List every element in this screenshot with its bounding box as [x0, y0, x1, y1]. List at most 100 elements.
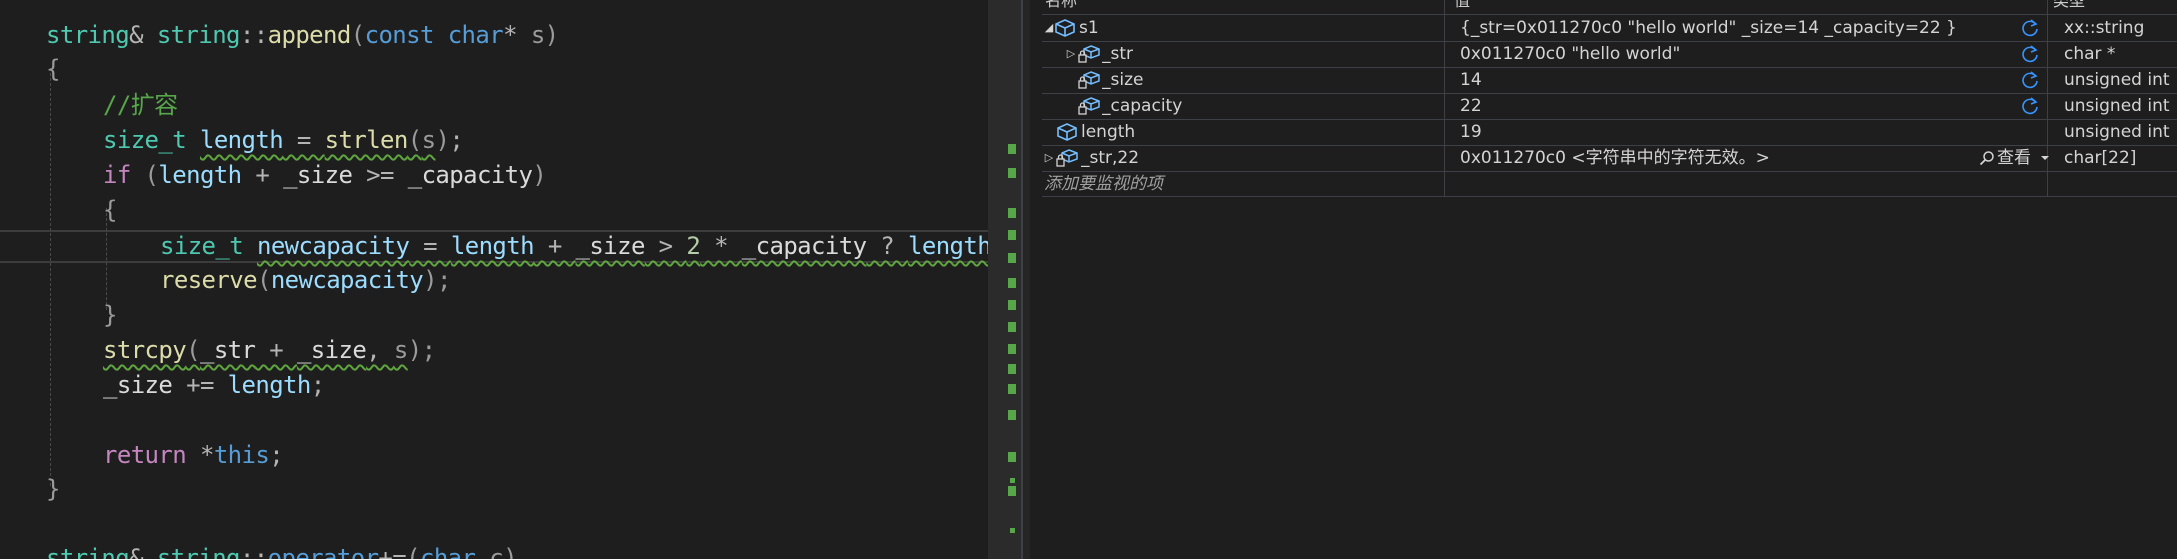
token-number: 2 [686, 232, 701, 260]
token-member: _size [103, 371, 173, 399]
scrollbar-warning-marker [1008, 230, 1016, 240]
expand-triangle-icon[interactable]: ▷ [1042, 145, 1056, 171]
scrollbar-warning-marker [1008, 344, 1016, 354]
code-line-2[interactable]: { [46, 52, 60, 87]
code-line-6[interactable]: { [103, 193, 117, 228]
refresh-icon[interactable] [2020, 96, 2040, 116]
column-header-value[interactable]: 值 [1454, 0, 1654, 13]
code-line-11[interactable]: _size += length; [103, 368, 325, 403]
token-variable: newcapacity [270, 266, 424, 294]
code-line-1[interactable]: string& string::append(const char* s) [46, 18, 559, 53]
code-line-13[interactable]: return *this; [103, 438, 284, 473]
watch-value[interactable]: 0x011270c0 <字符串中的字符无效。> [1460, 145, 1960, 171]
code-line-10[interactable]: strcpy(_str + _size, s); [103, 333, 436, 368]
token-op: :: [239, 544, 268, 559]
expand-triangle-icon[interactable]: ▷ [1064, 41, 1078, 67]
token-member: _capacity [741, 232, 867, 260]
variable-field-icon [1055, 19, 1075, 37]
token-op: * [700, 232, 742, 260]
token-paren: ) [503, 544, 517, 559]
column-header-type[interactable]: 类型 [2053, 0, 2173, 13]
scrollbar-warning-marker [1008, 322, 1016, 332]
token-op: += [378, 544, 407, 559]
token-op: * [503, 21, 531, 49]
token-function: append [267, 21, 352, 49]
token-function: strlen [324, 126, 409, 154]
code-line-9[interactable]: } [103, 298, 117, 333]
watch-name: length [1081, 122, 1136, 142]
token-op: > [644, 232, 687, 260]
token-paren: ); [407, 336, 436, 364]
token-member: _size [283, 161, 353, 189]
watch-value[interactable]: 14 [1460, 67, 2020, 93]
code-line-14[interactable]: } [46, 472, 60, 507]
dropdown-arrow-icon[interactable] [2040, 154, 2050, 162]
scrollbar-warning-marker [1008, 300, 1016, 310]
code-line-8[interactable]: reserve(newcapacity); [160, 263, 451, 298]
watch-row-size[interactable]: _size 14 unsigned int [1042, 67, 2177, 93]
variable-field-icon [1057, 123, 1077, 141]
token-variable: newcapacity [256, 232, 410, 260]
watch-window[interactable]: 名称 值 类型 ◢ s1 {_str=0x011270c0 "hello wor… [1030, 0, 2177, 559]
watch-row-str22[interactable]: ▷ _str,22 0x011270c0 <字符串中的字符无效。> 查看 cha… [1042, 145, 2177, 171]
token-variable: length [450, 232, 535, 260]
token-function: reserve [160, 266, 258, 294]
scrollbar-warning-marker [1008, 208, 1016, 218]
refresh-icon[interactable] [2020, 44, 2040, 64]
watch-type: xx::string [2064, 18, 2145, 38]
watch-row-length[interactable]: length 19 unsigned int [1042, 119, 2177, 145]
code-editor[interactable]: string& string::append(const char* s) { … [0, 0, 988, 559]
add-watch-placeholder[interactable]: 添加要监视的项 [1044, 171, 1444, 197]
watch-type: char * [2064, 44, 2116, 64]
row-divider [1042, 196, 2177, 197]
scrollbar-warning-marker [1008, 278, 1016, 288]
token-keyword: char [447, 21, 504, 49]
token-semicolon: ; [310, 371, 325, 399]
token-op: & [129, 21, 157, 49]
watch-row-str[interactable]: ▷ _str 0x011270c0 "hello world" char * [1042, 41, 2177, 67]
token-type: string [46, 21, 130, 49]
code-line-16[interactable]: string& string::operator+=(char c) [46, 541, 518, 559]
code-line-4[interactable]: size_t length = strlen(s); [103, 123, 464, 158]
token-param: s [421, 126, 436, 154]
token-op: & [129, 544, 157, 559]
view-visualizer-button[interactable]: 查看 [1997, 145, 2031, 171]
watch-name: _str,22 [1081, 148, 1140, 168]
code-line-5[interactable]: if (length + _size >= _capacity) [103, 158, 547, 193]
token-paren: ( [256, 266, 271, 294]
panel-splitter[interactable] [1022, 0, 1030, 559]
token-op: = [409, 232, 451, 260]
editor-scrollbar[interactable] [988, 0, 1022, 559]
token-paren: ( [130, 161, 159, 189]
token-paren: ) [435, 126, 450, 154]
token-op: + [241, 161, 284, 189]
watch-row-capacity[interactable]: _capacity 22 unsigned int [1042, 93, 2177, 119]
watch-value[interactable]: {_str=0x011270c0 "hello world" _size=14 … [1460, 15, 2020, 41]
token-op: = [283, 126, 325, 154]
token-type: string [156, 21, 241, 49]
watch-value[interactable]: 0x011270c0 "hello world" [1460, 41, 2020, 67]
watch-value[interactable]: 19 [1460, 119, 2020, 145]
private-field-icon [1056, 149, 1078, 167]
add-watch-row[interactable]: 添加要监视的项 [1042, 171, 2177, 197]
code-line-comment[interactable]: //扩容 [103, 88, 178, 123]
token-param: s [530, 21, 545, 49]
scrollbar-warning-marker [1008, 410, 1016, 420]
watch-row-s1[interactable]: ◢ s1 {_str=0x011270c0 "hello world" _siz… [1042, 15, 2177, 41]
scrollbar-warning-marker [1008, 364, 1016, 374]
refresh-icon[interactable] [2020, 18, 2040, 38]
token-op: >= [352, 161, 408, 189]
code-line-7[interactable]: size_t newcapacity = length + _size > 2 … [160, 229, 988, 264]
token-variable: length [199, 126, 284, 154]
scrollbar-warning-marker [1010, 528, 1015, 533]
token-paren: ( [186, 336, 200, 364]
magnifier-icon[interactable] [1979, 150, 1995, 166]
token-param: c [489, 544, 504, 559]
watch-value[interactable]: 22 [1460, 93, 2020, 119]
token-member: _str [199, 336, 256, 364]
refresh-icon[interactable] [2020, 70, 2040, 90]
column-header-name[interactable]: 名称 [1045, 0, 1245, 13]
